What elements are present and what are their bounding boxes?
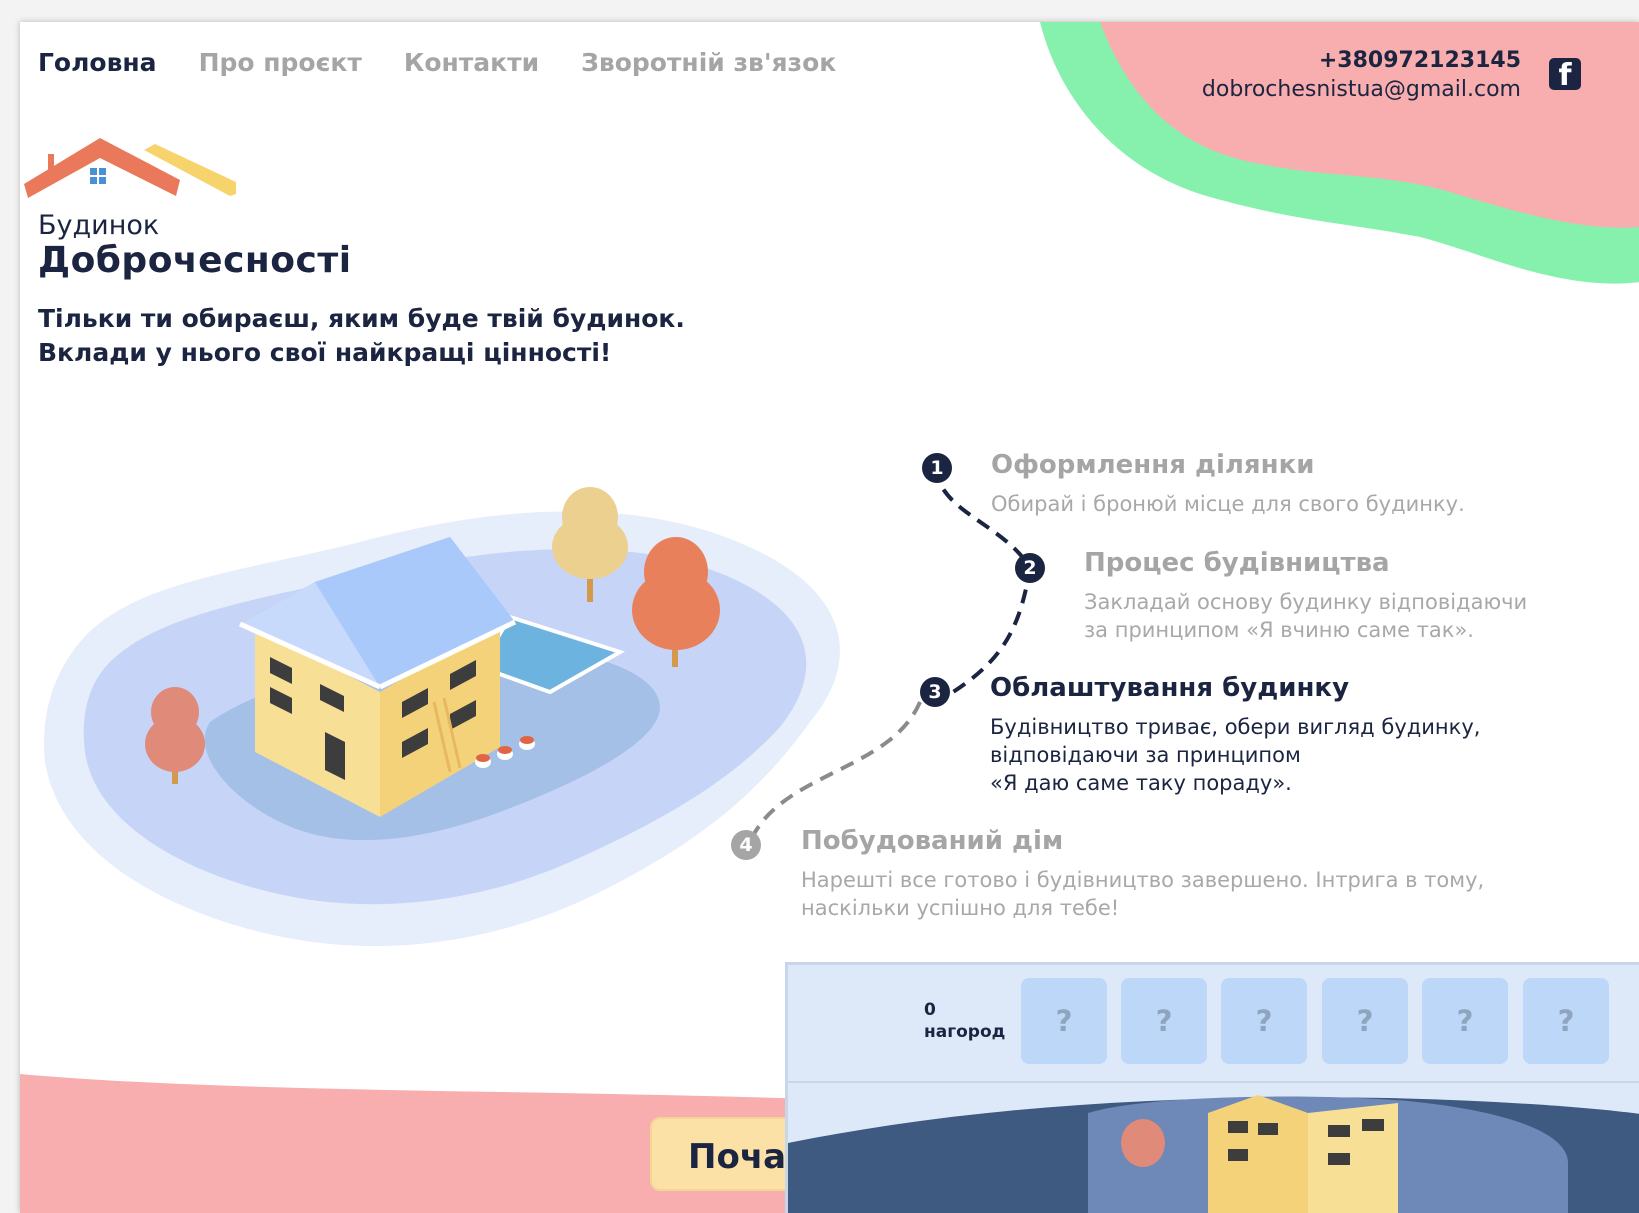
step-3-desc: Будівництво триває, обери вигляд будинку… bbox=[990, 715, 1481, 795]
facebook-icon[interactable]: f bbox=[1549, 58, 1581, 90]
step-4-title: Побудований дім bbox=[801, 826, 1064, 856]
step-4-number: 4 bbox=[731, 830, 761, 860]
award-slot[interactable]: ? bbox=[1422, 978, 1508, 1064]
awards-count: 0 bbox=[924, 1000, 936, 1020]
tagline-line-2: Вклади у нього свої найкращі цінності! bbox=[38, 338, 612, 367]
page: Головна Про проєкт Контакти Зворотній зв… bbox=[20, 22, 1639, 1213]
logo-text-top: Будинок bbox=[38, 210, 160, 241]
step-4-desc: Нарешті все готово і будівництво заверше… bbox=[801, 868, 1485, 920]
award-slot[interactable]: ? bbox=[1021, 978, 1107, 1064]
award-slot[interactable]: ? bbox=[1322, 978, 1408, 1064]
award-slot[interactable]: ? bbox=[1221, 978, 1307, 1064]
awards-label: нагород bbox=[924, 1022, 1006, 1042]
step-3-number: 3 bbox=[920, 677, 950, 707]
nav-about[interactable]: Про проєкт bbox=[199, 48, 362, 77]
phone-number[interactable]: +380972123145 bbox=[1202, 46, 1521, 75]
logo-text-main: Доброчесності bbox=[38, 240, 352, 281]
email-address[interactable]: dobrochesnistua@gmail.com bbox=[1202, 75, 1521, 104]
step-2-title: Процес будівництва bbox=[1084, 548, 1390, 578]
award-slot[interactable]: ? bbox=[1121, 978, 1207, 1064]
nav-contacts[interactable]: Контакти bbox=[404, 48, 539, 77]
logo-roof-icon bbox=[24, 138, 236, 198]
step-2-desc: Закладай основу будинку відповідаючи за … bbox=[1084, 590, 1528, 642]
step-1-desc: Обирай і бронюй місце для свого будинку. bbox=[991, 492, 1465, 516]
step-1-number: 1 bbox=[922, 453, 952, 483]
main-nav: Головна Про проєкт Контакти Зворотній зв… bbox=[38, 48, 836, 77]
step-2-number: 2 bbox=[1015, 553, 1045, 583]
awards-panel: 0 нагород ? ? ? ? ? ? bbox=[785, 962, 1639, 1213]
tagline-line-1: Тільки ти обираєш, яким буде твій будино… bbox=[38, 304, 685, 333]
tagline: Тільки ти обираєш, яким буде твій будино… bbox=[38, 302, 685, 370]
game-scene bbox=[788, 1083, 1639, 1213]
nav-feedback[interactable]: Зворотній зв'язок bbox=[581, 48, 836, 77]
awards-counter: 0 нагород bbox=[924, 999, 1005, 1043]
step-3-title: Облаштування будинку bbox=[990, 673, 1350, 703]
step-1-title: Оформлення ділянки bbox=[991, 450, 1315, 480]
nav-home[interactable]: Головна bbox=[38, 48, 157, 77]
award-slot[interactable]: ? bbox=[1523, 978, 1609, 1064]
contacts: +380972123145 dobrochesnistua@gmail.com bbox=[1202, 46, 1521, 104]
